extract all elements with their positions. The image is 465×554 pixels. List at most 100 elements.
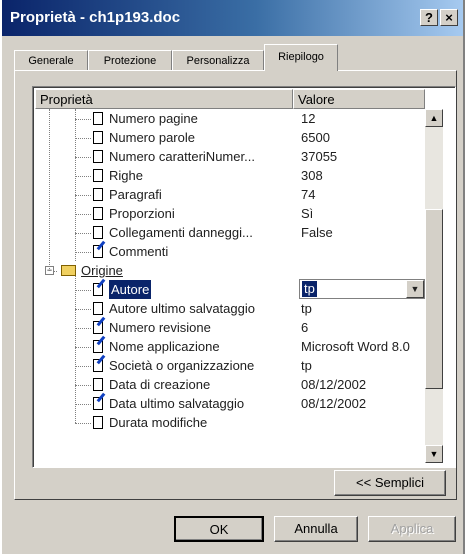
cancel-button[interactable]: Annulla bbox=[274, 516, 358, 542]
tree-connector bbox=[75, 176, 91, 177]
property-name: Durata modifiche bbox=[109, 415, 208, 430]
tree-connector bbox=[75, 214, 91, 215]
page-icon bbox=[93, 169, 103, 182]
column-header-property[interactable]: Proprietà bbox=[35, 89, 293, 109]
property-value: 6 bbox=[301, 320, 309, 335]
property-row[interactable]: Numero revisione 6 bbox=[33, 318, 425, 337]
tree-connector bbox=[75, 290, 91, 291]
property-row[interactable]: Collegamenti danneggi... False bbox=[33, 223, 425, 242]
property-row[interactable]: Numero caratteriNumer... 37055 bbox=[33, 147, 425, 166]
simple-view-button[interactable]: << Semplici bbox=[334, 470, 446, 496]
property-row[interactable]: Autore tp ▼ bbox=[33, 279, 425, 299]
tree-group-row[interactable]: − Origine bbox=[33, 261, 425, 280]
property-row[interactable]: Commenti bbox=[33, 242, 425, 261]
column-header-value[interactable]: Valore bbox=[293, 89, 425, 109]
property-name: Paragrafi bbox=[109, 187, 162, 202]
property-row[interactable]: Data ultimo salvataggio 08/12/2002 bbox=[33, 394, 425, 413]
property-value: False bbox=[301, 225, 333, 240]
property-row[interactable]: Autore ultimo salvataggio tp bbox=[33, 299, 425, 318]
property-name: Origine bbox=[81, 263, 123, 278]
dropdown-arrow-icon[interactable]: ▼ bbox=[406, 280, 424, 298]
page-icon bbox=[93, 188, 103, 201]
combobox-value: tp bbox=[302, 281, 317, 297]
help-button[interactable]: ? bbox=[420, 9, 438, 26]
folder-icon bbox=[61, 265, 76, 276]
edit-icon bbox=[93, 359, 103, 372]
tree-guide-line bbox=[49, 109, 50, 271]
property-value: 12 bbox=[301, 111, 316, 126]
tree-connector bbox=[75, 404, 91, 405]
scroll-thumb[interactable] bbox=[425, 209, 443, 389]
edit-icon bbox=[93, 245, 103, 258]
page-icon bbox=[93, 131, 103, 144]
property-name: Data ultimo salvataggio bbox=[109, 396, 245, 411]
tab-generale[interactable]: Generale bbox=[14, 50, 88, 70]
page-icon bbox=[93, 416, 103, 429]
property-value: Sì bbox=[301, 206, 314, 221]
property-row[interactable]: Nome applicazione Microsoft Word 8.0 bbox=[33, 337, 425, 356]
tab-riepilogo[interactable]: Riepilogo bbox=[264, 44, 338, 71]
property-row[interactable]: Società o organizzazione tp bbox=[33, 356, 425, 375]
property-row[interactable]: Numero parole 6500 bbox=[33, 128, 425, 147]
tree-connector bbox=[75, 157, 91, 158]
properties-list[interactable]: Proprietà Valore Numero pagine 12 Numero p… bbox=[32, 86, 456, 468]
tree-connector bbox=[75, 309, 91, 310]
property-row[interactable]: Proporzioni Sì bbox=[33, 204, 425, 223]
vertical-scrollbar[interactable]: ▲ ▼ bbox=[425, 109, 443, 463]
property-row[interactable]: Data di creazione 08/12/2002 bbox=[33, 375, 425, 394]
ok-button[interactable]: OK bbox=[174, 516, 264, 542]
property-value: 37055 bbox=[301, 149, 338, 164]
property-name: Società o organizzazione bbox=[109, 358, 255, 373]
property-name: Commenti bbox=[109, 244, 169, 259]
tree-connector bbox=[75, 328, 91, 329]
property-name: Proporzioni bbox=[109, 206, 175, 221]
page-icon bbox=[93, 150, 103, 163]
edit-icon bbox=[93, 397, 103, 410]
property-value: tp bbox=[301, 301, 312, 316]
property-value: Microsoft Word 8.0 bbox=[301, 339, 410, 354]
property-name: Collegamenti danneggi... bbox=[109, 225, 253, 240]
tab-personalizza[interactable]: Personalizza bbox=[172, 50, 264, 70]
property-name: Nome applicazione bbox=[109, 339, 220, 354]
apply-button[interactable]: Applica bbox=[368, 516, 456, 542]
scroll-up-arrow-icon[interactable]: ▲ bbox=[425, 109, 443, 127]
edit-icon bbox=[93, 340, 103, 353]
page-icon bbox=[93, 378, 103, 391]
tree-connector bbox=[75, 366, 91, 367]
title-bar[interactable]: Proprietà - ch1p193.doc ? × bbox=[2, 0, 463, 36]
page-icon bbox=[93, 112, 103, 125]
property-value: 6500 bbox=[301, 130, 330, 145]
property-name: Autore ultimo salvataggio bbox=[109, 301, 255, 316]
tree-connector bbox=[75, 195, 91, 196]
property-row[interactable]: Numero pagine 12 bbox=[33, 109, 425, 128]
property-value: 308 bbox=[301, 168, 323, 183]
tree-connector bbox=[75, 252, 91, 253]
author-value-combobox[interactable]: tp ▼ bbox=[299, 279, 425, 299]
tree-connector bbox=[75, 423, 91, 424]
tree-connector bbox=[75, 385, 91, 386]
properties-dialog: Proprietà - ch1p193.doc ? × Generale Pro… bbox=[0, 0, 465, 554]
property-value: 74 bbox=[301, 187, 316, 202]
property-name: Numero pagine bbox=[109, 111, 198, 126]
property-row[interactable]: Durata modifiche bbox=[33, 413, 425, 432]
page-icon bbox=[93, 226, 103, 239]
tree-guide-line bbox=[75, 109, 76, 261]
edit-icon bbox=[93, 283, 103, 296]
property-value: tp bbox=[301, 358, 312, 373]
property-name: Autore bbox=[109, 280, 152, 299]
tree-connector bbox=[75, 233, 91, 234]
tab-protezione[interactable]: Protezione bbox=[88, 50, 172, 70]
property-row[interactable]: Righe 308 bbox=[33, 166, 425, 185]
property-name: Righe bbox=[109, 168, 143, 183]
tree-connector bbox=[75, 138, 91, 139]
property-row[interactable]: Paragrafi 74 bbox=[33, 185, 425, 204]
close-button[interactable]: × bbox=[440, 9, 458, 26]
property-name: Numero caratteriNumer... bbox=[109, 149, 255, 164]
page-icon bbox=[93, 302, 103, 315]
scroll-down-arrow-icon[interactable]: ▼ bbox=[425, 445, 443, 463]
property-value: 08/12/2002 bbox=[301, 396, 367, 411]
property-name: Numero parole bbox=[109, 130, 195, 145]
edit-icon bbox=[93, 321, 103, 334]
tree-guide-line bbox=[75, 276, 76, 423]
window-title: Proprietà - ch1p193.doc bbox=[10, 9, 181, 26]
